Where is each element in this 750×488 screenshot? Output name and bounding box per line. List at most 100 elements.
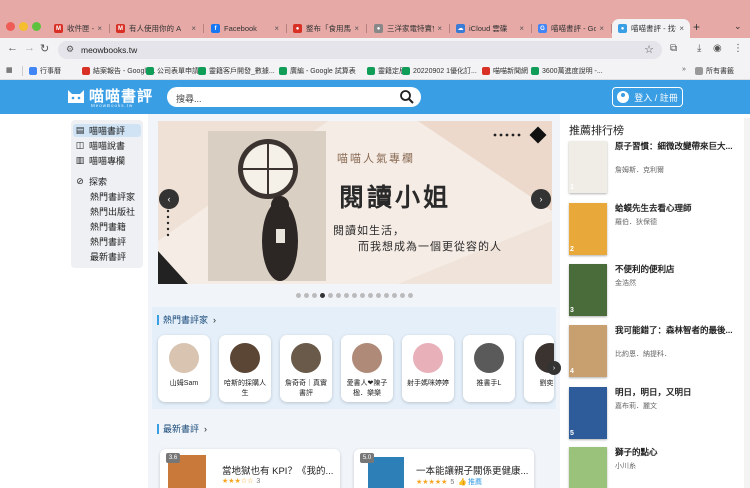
tab-close-icon[interactable]: × [351,24,359,33]
cat-logo-icon[interactable] [66,87,86,104]
nav-item-meow-storytelling[interactable]: ◫ 喵喵說書 [75,139,125,152]
carousel-dot[interactable] [384,293,389,298]
carousel-dot[interactable] [328,293,333,298]
carousel-dot[interactable] [376,293,381,298]
profile-icon[interactable]: ◉ [713,43,722,54]
new-tab-button[interactable]: + [693,20,700,34]
browser-tab[interactable]: ● 三洋家電特賣會 × [368,19,448,38]
browser-tab[interactable]: ● 整布「食用馬鈴× [287,19,365,38]
ranking-item[interactable]: 2 蛤蟆先生去看心理師 羅伯．狄保德 [569,203,739,261]
forward-icon[interactable]: → [24,42,35,54]
bookmark-item[interactable]: 結案報告 - Google... [82,66,156,76]
carousel-dot[interactable] [296,293,301,298]
maximize-window-button[interactable] [32,22,41,31]
review-title: 一本能讓親子關係更健康... [416,466,529,477]
carousel-dot[interactable] [312,293,317,298]
reviewer-card[interactable]: 推書手L [463,335,515,402]
url-text: meowbooks.tw [81,45,138,55]
browser-tab[interactable]: ● 喵喵書評 - 找行× [612,19,690,38]
carousel-dot[interactable] [320,293,325,298]
browser-tab[interactable]: M 收件匣 - kelvin× [48,19,108,38]
carousel-dot[interactable] [344,293,349,298]
carousel-dot[interactable] [304,293,309,298]
carousel-dot[interactable] [368,293,373,298]
carousel-dot[interactable] [352,293,357,298]
ranking-item[interactable]: 3 不便利的便利店 金浩然 [569,264,739,322]
tab-close-icon[interactable]: × [271,24,279,33]
reviewer-card[interactable]: 山姆Sam [158,335,210,402]
book-cover: 1 [569,141,607,193]
apps-icon[interactable]: ▦ [6,66,13,74]
carousel-dot[interactable] [400,293,405,298]
carousel-dot[interactable] [360,293,365,298]
back-icon[interactable]: ← [7,42,18,54]
address-bar[interactable]: ⚙ meowbooks.tw ☆ [58,41,662,59]
nav-item-meow-reviews[interactable]: ▤ 喵喵書評 [73,124,141,137]
section-accent-bar [157,314,159,325]
browser-tab[interactable]: f Facebook × [205,19,285,38]
bookmark-item[interactable]: 廣編 - Google 試算表 [279,66,356,76]
tab-search-icon[interactable]: ⌄ [734,21,742,32]
hot-reviewers-heading[interactable]: 熱門書評家 › [157,313,216,326]
site-info-icon[interactable]: ⚙ [66,44,74,55]
nav-sub-hot-books[interactable]: 熱門書籍 [90,220,126,233]
ranking-item[interactable]: 5 明日，明日，又明日 嘉布莉．麗文 [569,387,739,445]
bookmarks-bar: ▦ 行事曆 結案報告 - Google... 公司表單申請 靈籍客戶開發_數據... 廣… [0,62,750,80]
bookmark-item[interactable]: 行事曆 [29,66,61,76]
nav-item-meow-column[interactable]: ▥ 喵喵專欄 [75,154,125,167]
nav-item-explore[interactable]: ⊘ 探索 [75,175,107,188]
reviewer-card[interactable]: 射手媽咪婷婷 [402,335,454,402]
close-window-button[interactable] [6,22,15,31]
bookmark-item[interactable]: 靈籍定居 [367,66,406,76]
minimize-window-button[interactable] [19,22,28,31]
review-card[interactable]: 3.6 當地獄也有 KPI？《我的... ★★★☆☆ 3 [160,449,340,488]
login-button[interactable]: 登入 / 註冊 [612,87,683,107]
tab-close-icon[interactable]: × [434,24,442,33]
carousel-dot[interactable] [336,293,341,298]
browser-tab[interactable]: ☁ iCloud 雲碟 × [450,19,530,38]
menu-icon[interactable]: ⋮ [733,43,743,54]
favicon-icon: ☁ [456,24,465,33]
nav-sub-hot-reviews[interactable]: 熱門書評 [90,235,126,248]
more-bookmarks-icon[interactable]: » [682,66,686,73]
browser-tab[interactable]: G 喵喵書評 - Goo× [532,19,610,38]
bookmark-item[interactable]: 喵喵新聞網 [482,66,528,76]
page-scrollbar[interactable] [744,118,750,488]
nav-sub-hot-publishers[interactable]: 熱門出版社 [90,205,135,218]
all-bookmarks[interactable]: 所有書籤 [695,66,734,76]
bookmark-item[interactable]: 20220902 1優化訂... [402,66,477,76]
bookmark-star-icon[interactable]: ☆ [644,43,654,56]
nav-sub-hot-reviewers[interactable]: 熱門書評家 [90,190,135,203]
book-title: 獅子的點心 [615,447,658,457]
tab-close-icon[interactable]: × [596,24,604,33]
review-card[interactable]: 5.0 一本能讓親子關係更健康... ★★★★★ 5 👍推薦 [354,449,534,488]
carousel-dot[interactable] [408,293,413,298]
reviewer-card[interactable]: 愛書人❤陳子楹．樂樂 [341,335,393,402]
ranking-item[interactable]: 6 獅子的點心小川糸 [569,447,739,488]
ranking-item[interactable]: 4 我可能錯了：森林智者的最後... 比約恩．納提科． [569,325,739,383]
book-title: 蛤蟆先生去看心理師 [615,203,692,213]
reviewer-card[interactable]: 詹奇奇｜真實書評 [280,335,332,402]
bookmark-item[interactable]: 3600萬進度說明 -... [531,66,603,76]
ranking-item[interactable]: 1 原子習慣：細微改變帶來巨大... 詹姆斯．克利爾 [569,141,739,199]
reviewers-next-button[interactable]: › [547,361,561,375]
carousel-dot[interactable] [392,293,397,298]
search-icon[interactable] [399,89,415,105]
tab-close-icon[interactable]: × [94,24,102,33]
carousel-next-button[interactable]: › [531,189,551,209]
reviewer-card[interactable]: 哈斯的採購人生 [219,335,271,402]
carousel-prev-button[interactable]: ‹ [159,189,179,209]
reload-icon[interactable]: ↻ [40,42,49,55]
tab-close-icon[interactable]: × [516,24,524,33]
browser-tab[interactable]: M 有人使用你的 A × [110,19,202,38]
bookmark-item[interactable]: 靈籍客戶開發_數據... [198,66,275,76]
search-input[interactable]: 搜尋... [167,87,421,107]
extensions-icon[interactable]: ⧉ [670,43,677,54]
tab-close-icon[interactable]: × [188,24,196,33]
tab-close-icon[interactable]: × [676,24,684,33]
latest-reviews-heading[interactable]: 最新書評 › [157,422,207,435]
bookmark-item[interactable]: 公司表單申請 [146,66,199,76]
nav-label: 喵喵專欄 [89,156,126,166]
nav-sub-latest-reviews[interactable]: 最新書評 [90,250,126,263]
download-icon[interactable]: ⤓ [697,43,701,54]
